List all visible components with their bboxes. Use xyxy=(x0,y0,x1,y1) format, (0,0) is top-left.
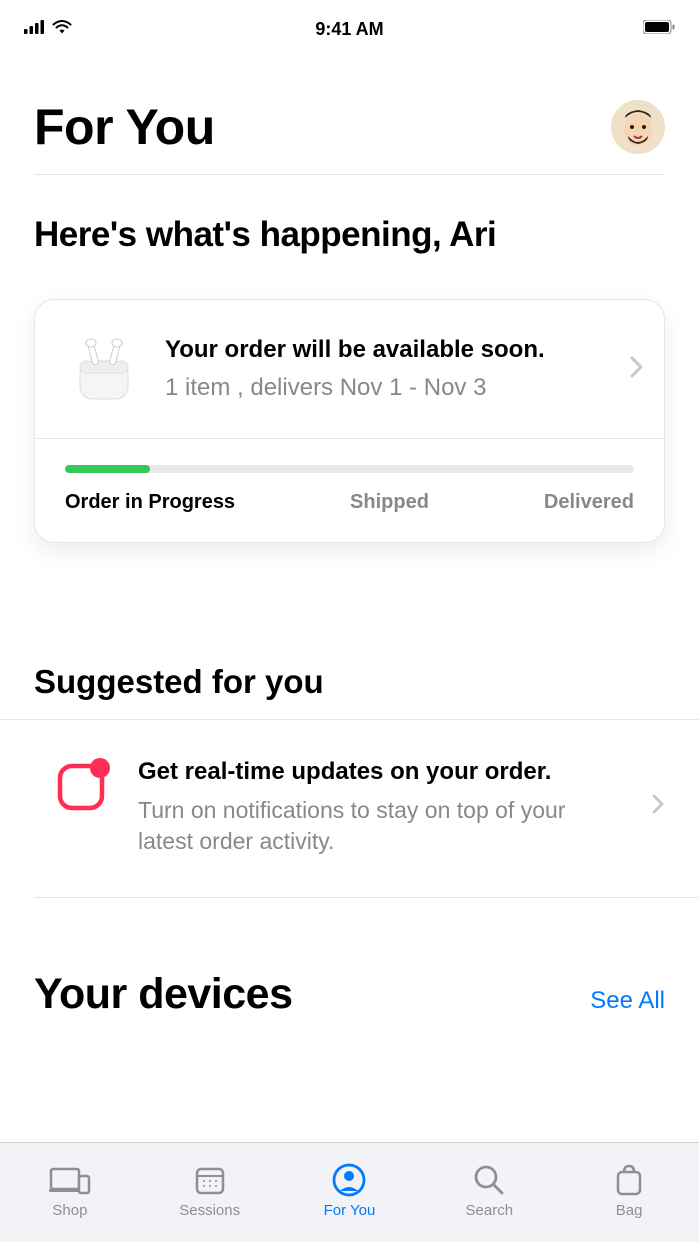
product-image xyxy=(59,324,149,414)
tab-label: Shop xyxy=(52,1202,87,1219)
page-title: For You xyxy=(34,98,215,156)
tab-sessions[interactable]: Sessions xyxy=(140,1162,280,1219)
tab-shop[interactable]: Shop xyxy=(0,1162,140,1219)
chevron-right-icon xyxy=(630,356,644,383)
tab-label: Bag xyxy=(616,1202,643,1219)
chevron-right-icon xyxy=(652,794,665,819)
progress-stage-in-progress: Order in Progress xyxy=(65,491,235,514)
tab-bag[interactable]: Bag xyxy=(559,1162,699,1219)
greeting-text: Here's what's happening, Ari xyxy=(34,215,665,255)
suggestion-subtitle: Turn on notifications to stay on top of … xyxy=(138,795,624,857)
order-title: Your order will be available soon. xyxy=(165,336,630,364)
order-progress-fill xyxy=(65,465,150,473)
progress-stage-delivered: Delivered xyxy=(544,491,634,514)
battery-icon xyxy=(643,20,675,39)
status-bar: 9:41 AM xyxy=(0,0,699,44)
search-icon xyxy=(473,1162,505,1198)
divider xyxy=(34,897,699,898)
tab-bar: Shop Sessions For You xyxy=(0,1142,699,1242)
avatar[interactable] xyxy=(611,100,665,154)
progress-stage-shipped: Shipped xyxy=(350,491,429,514)
tab-for-you[interactable]: For You xyxy=(280,1162,420,1219)
status-time: 9:41 AM xyxy=(315,19,383,40)
tab-label: For You xyxy=(324,1202,376,1219)
order-progress-bar xyxy=(65,465,634,473)
suggestion-title: Get real-time updates on your order. xyxy=(138,756,624,787)
your-devices-title: Your devices xyxy=(34,970,293,1019)
shop-icon xyxy=(49,1162,91,1198)
order-subtitle: 1 item , delivers Nov 1 - Nov 3 xyxy=(165,374,630,402)
tab-label: Sessions xyxy=(179,1202,240,1219)
bag-icon xyxy=(615,1162,643,1198)
suggested-section-title: Suggested for you xyxy=(34,663,665,719)
see-all-link[interactable]: See All xyxy=(590,987,665,1015)
tab-search[interactable]: Search xyxy=(419,1162,559,1219)
person-icon xyxy=(332,1162,366,1198)
notification-suggestion-row[interactable]: Get real-time updates on your order. Tur… xyxy=(34,720,665,897)
tab-label: Search xyxy=(466,1202,514,1219)
calendar-icon xyxy=(194,1162,226,1198)
cellular-signal-icon xyxy=(24,20,46,39)
wifi-icon xyxy=(52,20,72,39)
order-status-card[interactable]: Your order will be available soon. 1 ite… xyxy=(34,299,665,543)
notification-icon xyxy=(54,756,110,817)
